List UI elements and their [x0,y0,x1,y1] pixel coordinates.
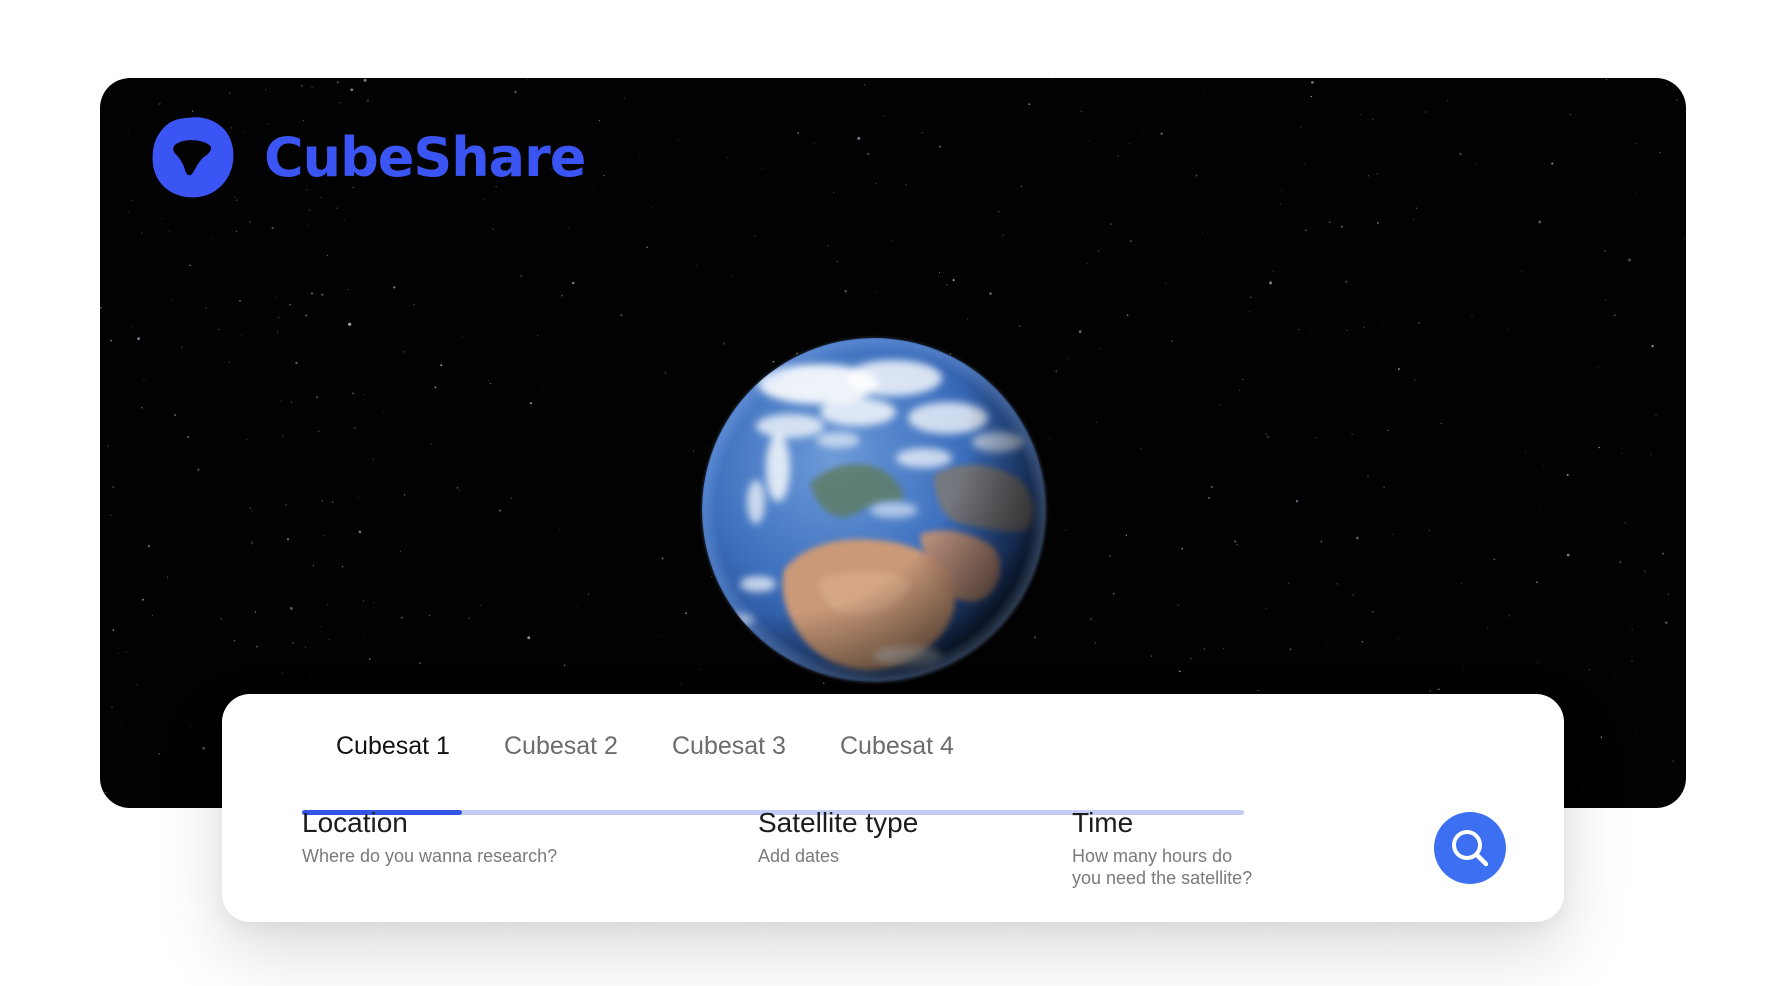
time-hint-line-1: How many hours do [1072,845,1233,866]
satellite-type-hint: Add dates [758,845,840,866]
time-hint: How many hours do you need the satellite… [1072,845,1252,890]
search-icon [1452,830,1489,867]
tab-cubesat-1[interactable]: Cubesat 1 [336,732,450,761]
tab-cubesat-2[interactable]: Cubesat 2 [504,732,618,761]
cubesat-tabs: Cubesat 1 Cubesat 2 Cubesat 3 Cubesat 4 [302,732,1244,815]
brand-name: CubeShare [264,125,586,189]
cubeshare-logo-icon [152,117,234,198]
time-field[interactable]: Time How many hours do you need the sate… [1072,807,1252,890]
tab-cubesat-3[interactable]: Cubesat 3 [672,732,786,761]
satellite-type-field[interactable]: Satellite type Add dates [758,807,919,867]
location-label: Location [302,807,408,838]
earth-image [698,334,1050,686]
satellite-type-label: Satellite type [758,807,919,838]
search-button[interactable] [1434,812,1506,884]
tab-cubesat-4[interactable]: Cubesat 4 [840,732,954,761]
time-hint-line-2: you need the satellite? [1072,868,1253,889]
time-label: Time [1072,807,1134,838]
location-hint: Where do you wanna research? [302,845,558,866]
brand[interactable]: CubeShare [150,114,586,200]
location-field[interactable]: Location Where do you wanna research? [302,807,558,867]
search-card: Cubesat 1 Cubesat 2 Cubesat 3 Cubesat 4 … [222,694,1564,922]
